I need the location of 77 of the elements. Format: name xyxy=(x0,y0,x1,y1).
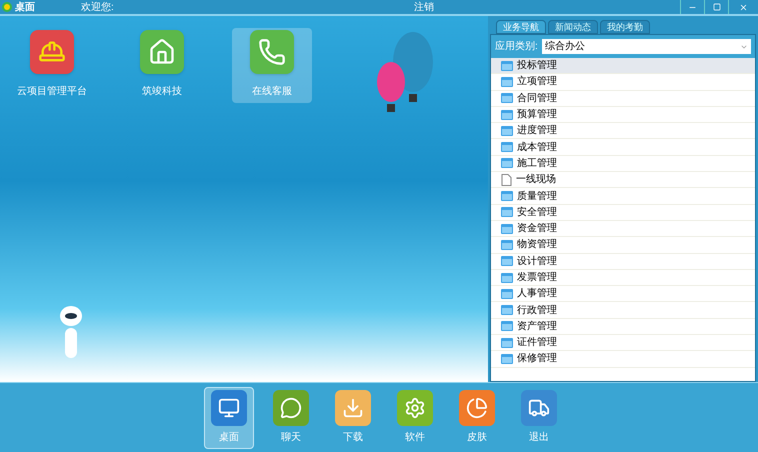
maximize-icon xyxy=(712,3,720,11)
chat-bubble-icon xyxy=(280,397,302,419)
menu-item-label: 质量管理 xyxy=(517,190,557,204)
menu-item-label: 人事管理 xyxy=(517,286,557,302)
shortcut-label: 云项目管理平台 xyxy=(17,84,87,99)
folder-icon xyxy=(501,142,513,152)
menu-item-label: 施工管理 xyxy=(517,156,557,171)
menu-item-label: 保修管理 xyxy=(517,352,557,366)
menu-item[interactable]: 资金管理 xyxy=(491,220,755,238)
shortcut-label: 筑竣科技 xyxy=(142,84,182,99)
app-name: 桌面 xyxy=(15,0,35,14)
truck-icon xyxy=(528,397,550,419)
app-logo-icon xyxy=(2,2,12,12)
panel-tab[interactable]: 新闻动态 xyxy=(548,20,598,34)
menu-item-label: 投标管理 xyxy=(517,58,557,74)
menu-item-label: 物资管理 xyxy=(517,238,557,252)
folder-icon xyxy=(501,240,513,250)
folder-icon xyxy=(501,126,513,136)
menu-item[interactable]: 物资管理 xyxy=(491,237,755,254)
folder-icon xyxy=(501,110,513,120)
menu-item-label: 证件管理 xyxy=(517,336,557,350)
download-icon xyxy=(342,397,364,419)
folder-icon xyxy=(501,256,513,266)
menu-item[interactable]: 投标管理 xyxy=(491,58,755,74)
menu-item-label: 资金管理 xyxy=(517,222,557,236)
menu-item-label: 进度管理 xyxy=(517,124,557,138)
folder-icon xyxy=(501,224,513,234)
menu-item[interactable]: 立项管理 xyxy=(491,74,755,91)
menu-item[interactable]: 设计管理 xyxy=(491,254,755,270)
menu-item-label: 资产管理 xyxy=(517,320,557,334)
menu-item[interactable]: 成本管理 xyxy=(491,139,755,156)
panel-tab[interactable]: 我的考勤 xyxy=(600,20,650,34)
menu-item-label: 安全管理 xyxy=(517,206,557,220)
menu-item-label: 行政管理 xyxy=(517,304,557,318)
house-icon xyxy=(148,38,176,66)
folder-icon xyxy=(501,305,513,316)
menu-item-label: 一线现场 xyxy=(516,172,556,188)
folder-icon xyxy=(501,93,513,104)
menu-item[interactable]: 证件管理 xyxy=(491,335,755,352)
folder-icon xyxy=(501,207,513,218)
menu-item[interactable]: 保修管理 xyxy=(491,351,755,368)
folder-icon xyxy=(501,338,513,348)
menu-item[interactable]: 预算管理 xyxy=(491,106,755,124)
menu-item[interactable]: 人事管理 xyxy=(491,286,755,302)
monitor-icon xyxy=(218,397,240,419)
menu-item[interactable]: 一线现场 xyxy=(491,172,755,188)
menu-item[interactable]: 行政管理 xyxy=(491,302,755,319)
folder-icon xyxy=(501,60,513,71)
menu-item[interactable]: 质量管理 xyxy=(491,188,755,205)
menu-item-label: 预算管理 xyxy=(517,108,557,122)
menu-item[interactable]: 进度管理 xyxy=(491,123,755,140)
category-select[interactable]: 综合办公 xyxy=(542,39,751,54)
menu-item[interactable]: 合同管理 xyxy=(491,90,755,107)
welcome-text: 欢迎您: xyxy=(81,0,114,14)
folder-icon xyxy=(501,191,513,202)
folder-icon xyxy=(501,76,513,87)
menu-item[interactable]: 安全管理 xyxy=(491,204,755,221)
menu-item[interactable]: 发票管理 xyxy=(491,270,755,286)
folder-icon xyxy=(501,288,513,299)
menu-item-label: 立项管理 xyxy=(517,74,557,90)
menu-item-label: 成本管理 xyxy=(517,140,557,155)
document-icon xyxy=(501,174,512,186)
pie-chart-icon xyxy=(466,397,488,419)
phone-icon xyxy=(258,38,286,66)
shortcut-label: 在线客服 xyxy=(252,84,292,99)
folder-icon xyxy=(501,354,513,364)
folder-icon xyxy=(501,272,513,282)
category-label: 应用类别: xyxy=(495,40,538,54)
folder-icon xyxy=(501,321,513,332)
folder-icon xyxy=(501,158,513,168)
gear-icon xyxy=(404,397,426,419)
menu-item-label: 合同管理 xyxy=(517,92,557,106)
menu-item-label: 设计管理 xyxy=(517,254,557,269)
menu-item[interactable]: 施工管理 xyxy=(491,156,755,172)
menu-item-label: 发票管理 xyxy=(517,271,557,285)
menu-item[interactable]: 资产管理 xyxy=(491,318,755,336)
close-icon xyxy=(739,2,748,12)
